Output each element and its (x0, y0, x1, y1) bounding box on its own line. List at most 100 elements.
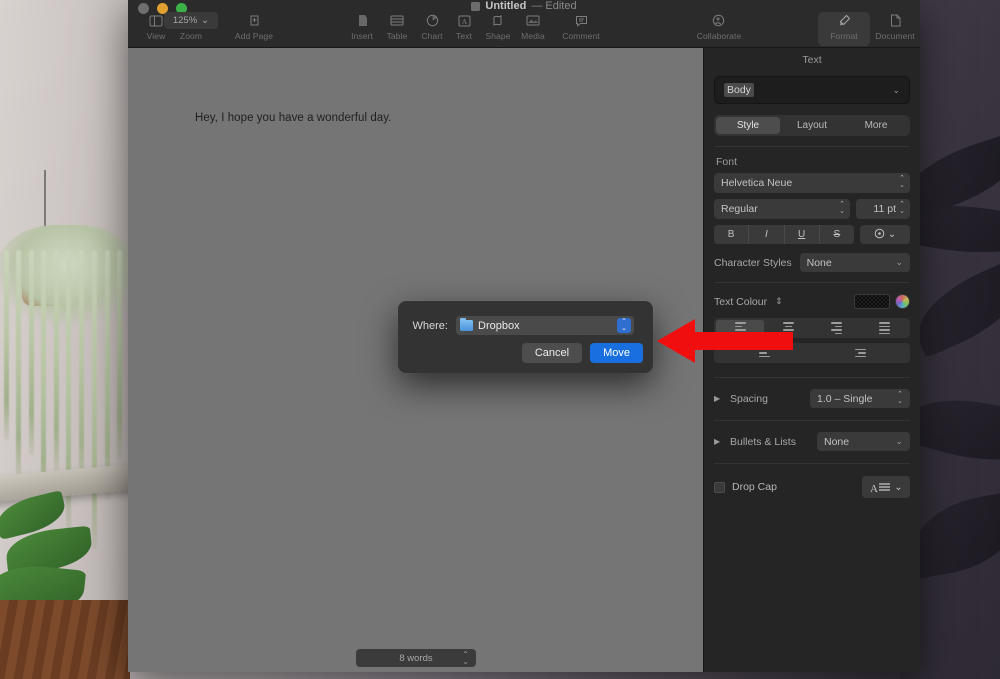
wood-floor (0, 600, 130, 679)
chevron-down-icon: ⌄ (895, 436, 903, 446)
increase-indent-button[interactable] (812, 345, 908, 361)
folder-icon (460, 317, 473, 331)
toolbar-zoom-control[interactable]: 125% ⌄ Zoom (164, 12, 218, 41)
where-location-value: Dropbox (478, 319, 520, 332)
drop-cap-checkbox[interactable] (714, 481, 725, 493)
document-body-text[interactable]: Hey, I hope you have a wonderful day. (195, 112, 391, 124)
spacing-row: ▶ Spacing 1.0 – Single ⌃ ⌄ (714, 389, 910, 408)
document-title: Untitled (485, 0, 527, 12)
italic-button[interactable]: I (749, 225, 785, 244)
bullets-lists-row: ▶ Bullets & Lists None ⌄ (714, 432, 910, 451)
media-icon (526, 12, 540, 29)
colour-wheel-icon[interactable] (895, 294, 910, 309)
align-justify-button[interactable] (860, 320, 908, 336)
disclosure-triangle-icon[interactable]: ▶ (714, 394, 722, 403)
insert-icon (357, 12, 368, 29)
toolbar-text-label: Text (456, 31, 472, 41)
drop-cap-icon: A (870, 483, 891, 494)
bullets-lists-select[interactable]: None ⌄ (817, 432, 910, 451)
text-colour-row: Text Colour ⇕ (714, 294, 910, 309)
chevron-down-icon: ⌄ (892, 84, 900, 95)
stepper-icon[interactable]: ⌃ ⌄ (899, 176, 905, 189)
plant-strand (29, 250, 34, 455)
drop-cap-label: Drop Cap (732, 481, 777, 493)
increase-indent-icon (854, 348, 866, 358)
plant-strand (105, 250, 110, 500)
toolbar-table-label: Table (386, 31, 408, 41)
font-options-button[interactable]: ⌄ (860, 225, 910, 244)
align-right-button[interactable] (812, 320, 860, 336)
move-file-dialog: Where: Dropbox ⌃ ⌄ Cancel Move (398, 301, 653, 373)
table-icon (390, 12, 404, 29)
toolbar-comment-button[interactable]: Comment (550, 12, 612, 46)
toolbar-format-button[interactable]: Format (818, 12, 870, 46)
disclosure-triangle-icon[interactable]: ▶ (714, 437, 722, 446)
toolbar-add-page-button[interactable]: Add Page (224, 12, 284, 46)
tab-layout[interactable]: Layout (780, 117, 844, 134)
font-size-field[interactable]: 11 pt ⌃ ⌄ (856, 199, 910, 219)
align-right-icon (830, 322, 842, 334)
word-count-stepper-icon[interactable]: ⌃ ⌄ (462, 650, 469, 665)
bullets-lists-label: Bullets & Lists (730, 435, 796, 448)
where-label: Where: (412, 319, 448, 332)
font-weight-value: Regular (721, 203, 758, 215)
character-styles-row: Character Styles None ⌄ (714, 253, 910, 272)
align-center-button[interactable] (764, 320, 812, 336)
chevron-down-icon: ⌄ (201, 15, 210, 26)
spacing-select[interactable]: 1.0 – Single ⌃ ⌄ (810, 389, 910, 408)
decrease-indent-icon (758, 348, 770, 358)
character-styles-select[interactable]: None ⌄ (799, 253, 910, 272)
text-icon: A (458, 12, 471, 29)
where-row: Where: Dropbox ⌃ ⌄ (398, 316, 653, 335)
word-count-widget[interactable]: 8 words ⌃ ⌄ (356, 649, 476, 667)
stepper-icon[interactable]: ⌃ ⌄ (899, 202, 905, 215)
divider (714, 463, 910, 464)
stepper-icon[interactable]: ⌃ ⌄ (839, 202, 845, 215)
font-weight-select[interactable]: Regular ⌃ ⌄ (714, 199, 850, 219)
strikethrough-button[interactable]: S (820, 225, 854, 244)
popup-arrows-icon[interactable]: ⌃ ⌄ (617, 318, 631, 333)
zoom-value-box[interactable]: 125% ⌄ (164, 12, 218, 29)
add-page-icon (248, 12, 261, 29)
decrease-indent-button[interactable] (716, 345, 812, 361)
divider (714, 146, 910, 147)
gear-icon (874, 228, 885, 242)
align-left-button[interactable] (716, 320, 764, 336)
tab-more[interactable]: More (844, 117, 908, 134)
move-button[interactable]: Move (590, 343, 643, 363)
align-left-icon (734, 322, 746, 334)
collaborate-icon (712, 12, 726, 29)
cancel-button[interactable]: Cancel (521, 343, 583, 363)
stepper-icon[interactable]: ⌃ ⌄ (897, 391, 903, 405)
drop-cap-row: Drop Cap A ⌄ (714, 476, 910, 498)
toolbar-collaborate-button[interactable]: Collaborate (684, 12, 754, 46)
font-weight-size-row: Regular ⌃ ⌄ 11 pt ⌃ ⌄ (714, 199, 910, 219)
chevron-down-icon: ⌄ (895, 257, 903, 267)
font-family-value: Helvetica Neue (721, 177, 793, 189)
paragraph-style-value: Body (724, 83, 754, 97)
bold-button[interactable]: B (714, 225, 750, 244)
svg-text:A: A (870, 483, 878, 494)
tab-style[interactable]: Style (716, 117, 780, 134)
underline-button[interactable]: U (785, 225, 820, 244)
paragraph-style-popup[interactable]: Body ⌄ (714, 76, 910, 104)
align-justify-icon (878, 322, 890, 334)
toolbar-format-label: Format (830, 31, 858, 41)
chevron-down-icon: ⌄ (894, 481, 903, 493)
toolbar-collaborate-label: Collaborate (696, 31, 742, 41)
comment-icon (575, 12, 588, 29)
drop-cap-style-button[interactable]: A ⌄ (862, 476, 910, 498)
text-colour-swatch[interactable] (854, 294, 890, 309)
dialog-buttons: Cancel Move (521, 343, 643, 363)
toolbar-document-button[interactable]: Document (866, 12, 920, 46)
where-location-popup[interactable]: Dropbox ⌃ ⌄ (456, 316, 634, 335)
plant-strand (117, 250, 122, 460)
toolbar-view-label: View (146, 31, 166, 41)
sidebar-icon (149, 12, 163, 29)
document-proxy-icon (471, 1, 481, 11)
font-family-select[interactable]: Helvetica Neue ⌃ ⌄ (714, 173, 910, 193)
document-edited-status: — Edited (531, 0, 577, 12)
disclosure-updown-icon[interactable]: ⇕ (775, 296, 783, 307)
character-styles-label: Character Styles (714, 256, 792, 269)
inspector-title: Text (802, 54, 822, 66)
